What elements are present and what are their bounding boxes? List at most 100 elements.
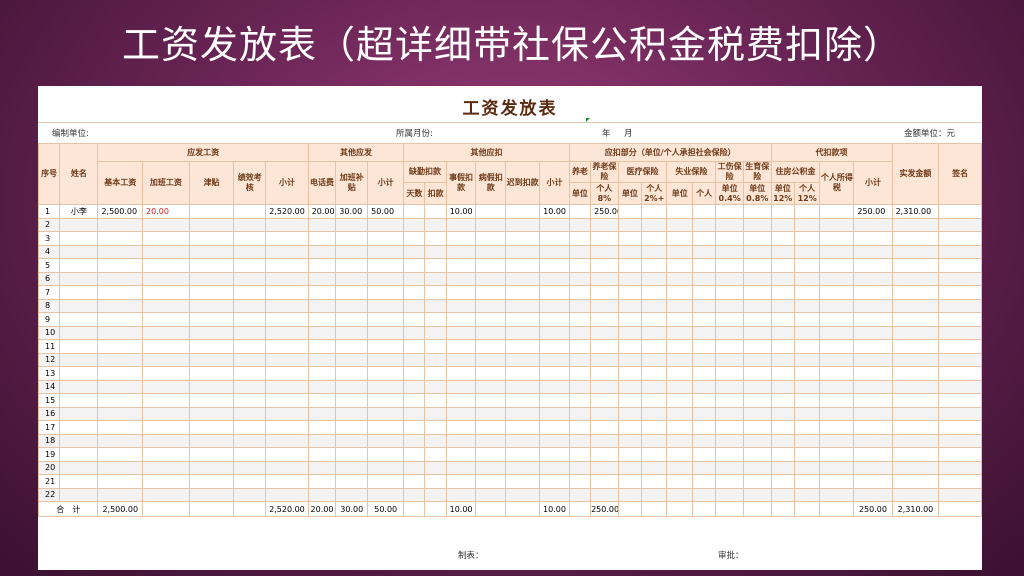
cell-pension-8[interactable] — [590, 352, 619, 367]
cell-personal-leave[interactable] — [445, 447, 477, 462]
cell-personal-leave[interactable] — [445, 285, 477, 300]
table-cell[interactable] — [188, 339, 235, 354]
table-cell[interactable] — [742, 204, 772, 219]
table-cell[interactable] — [938, 379, 982, 394]
table-cell[interactable] — [188, 379, 235, 394]
table-cell[interactable] — [715, 447, 744, 462]
total-base[interactable]: 2,500.00 — [97, 501, 144, 517]
cell-ot-sub[interactable] — [335, 487, 369, 502]
cell-base[interactable] — [97, 339, 144, 354]
table-cell[interactable] — [617, 244, 643, 259]
cell-overtime[interactable] — [142, 393, 190, 408]
table-cell[interactable] — [793, 447, 821, 462]
table-cell[interactable] — [793, 420, 821, 435]
table-cell[interactable] — [793, 271, 821, 286]
table-cell[interactable] — [691, 379, 717, 394]
cell-overtime[interactable] — [142, 312, 190, 327]
table-cell[interactable] — [691, 204, 717, 219]
total-subtotal4[interactable]: 250.00 — [853, 501, 893, 517]
table-cell[interactable] — [742, 433, 772, 448]
table-cell[interactable] — [475, 433, 507, 448]
table-cell[interactable] — [819, 258, 855, 273]
table-cell[interactable] — [715, 217, 744, 232]
table-cell[interactable] — [568, 447, 592, 462]
cell-phone[interactable] — [307, 379, 337, 394]
cell-ot-sub[interactable] — [335, 325, 369, 340]
cell-overtime[interactable] — [142, 447, 190, 462]
table-cell[interactable] — [233, 231, 267, 246]
cell-subtotal4[interactable] — [853, 217, 893, 232]
cell-overtime[interactable] — [142, 379, 190, 394]
cell-subtotal2[interactable] — [367, 487, 405, 502]
cell-name[interactable] — [59, 447, 99, 462]
cell-pension-8[interactable] — [590, 244, 619, 259]
cell-seq[interactable]: 15 — [38, 393, 61, 408]
cell-seq[interactable]: 2 — [38, 217, 61, 232]
table-cell[interactable] — [666, 393, 693, 408]
table-cell[interactable] — [188, 460, 235, 475]
table-cell[interactable] — [793, 366, 821, 381]
table-cell[interactable] — [188, 285, 235, 300]
cell-pension-8[interactable] — [590, 379, 619, 394]
cell-subtotal3[interactable] — [539, 285, 570, 300]
table-cell[interactable] — [403, 460, 426, 475]
table-cell[interactable] — [475, 258, 507, 273]
table-cell[interactable] — [666, 217, 693, 232]
cell-personal-leave[interactable] — [445, 393, 477, 408]
cell-pension-8[interactable] — [590, 325, 619, 340]
table-cell[interactable] — [715, 487, 744, 502]
total-cell[interactable] — [641, 501, 668, 517]
cell-net[interactable] — [891, 285, 940, 300]
cell-subtotal2[interactable] — [367, 366, 405, 381]
table-cell[interactable] — [641, 312, 668, 327]
table-cell[interactable] — [233, 285, 267, 300]
table-cell[interactable] — [233, 352, 267, 367]
table-cell[interactable] — [715, 339, 744, 354]
table-cell[interactable] — [188, 406, 235, 421]
table-cell[interactable] — [793, 379, 821, 394]
total-ot-sub[interactable]: 30.00 — [335, 501, 369, 517]
table-cell[interactable] — [233, 366, 267, 381]
table-cell[interactable] — [819, 339, 855, 354]
cell-subtotal3[interactable]: 10.00 — [539, 204, 570, 219]
cell-seq[interactable]: 11 — [38, 339, 61, 354]
cell-subtotal3[interactable] — [539, 474, 570, 489]
cell-subtotal3[interactable] — [539, 312, 570, 327]
table-cell[interactable] — [475, 298, 507, 313]
table-cell[interactable] — [742, 447, 772, 462]
table-cell[interactable] — [666, 420, 693, 435]
table-cell[interactable] — [617, 325, 643, 340]
cell-overtime[interactable] — [142, 474, 190, 489]
table-cell[interactable] — [568, 271, 592, 286]
cell-overtime[interactable] — [142, 325, 190, 340]
cell-name[interactable] — [59, 217, 99, 232]
table-cell[interactable] — [666, 366, 693, 381]
cell-overtime[interactable] — [142, 366, 190, 381]
cell-subtotal2[interactable] — [367, 298, 405, 313]
total-cell[interactable] — [142, 501, 190, 517]
table-cell[interactable] — [641, 433, 668, 448]
cell-personal-leave[interactable] — [445, 339, 477, 354]
cell-pension-8[interactable] — [590, 285, 619, 300]
table-cell[interactable] — [568, 366, 592, 381]
table-cell[interactable] — [691, 325, 717, 340]
cell-seq[interactable]: 13 — [38, 366, 61, 381]
cell-name[interactable] — [59, 298, 99, 313]
cell-subtotal1[interactable] — [265, 271, 309, 286]
table-cell[interactable] — [424, 231, 447, 246]
table-cell[interactable] — [715, 244, 744, 259]
cell-phone[interactable] — [307, 339, 337, 354]
total-personal-leave[interactable]: 10.00 — [445, 501, 477, 517]
table-cell[interactable] — [505, 312, 541, 327]
table-cell[interactable] — [505, 217, 541, 232]
table-cell[interactable] — [742, 217, 772, 232]
table-cell[interactable] — [938, 474, 982, 489]
table-cell[interactable] — [742, 231, 772, 246]
cell-pension-8[interactable] — [590, 217, 619, 232]
table-cell[interactable] — [938, 217, 982, 232]
table-cell[interactable] — [793, 258, 821, 273]
table-cell[interactable] — [233, 325, 267, 340]
table-cell[interactable] — [505, 231, 541, 246]
table-cell[interactable] — [742, 487, 772, 502]
table-cell[interactable] — [188, 366, 235, 381]
